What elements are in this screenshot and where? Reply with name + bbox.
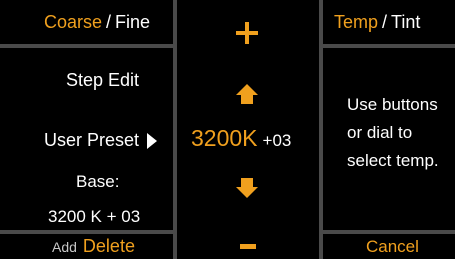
instruction-line: or dial to	[347, 123, 413, 142]
center-panel: 3200K +03	[177, 0, 319, 259]
plus-icon[interactable]	[235, 22, 259, 46]
coarse-fine-toggle[interactable]: Coarse / Fine	[44, 0, 150, 44]
coarse-label: Coarse	[44, 11, 103, 32]
instruction-line: Use buttons	[347, 95, 438, 114]
header-separator: /	[382, 11, 388, 32]
step-edit-button[interactable]: Step Edit	[66, 70, 139, 91]
temp-label: Temp	[334, 11, 379, 32]
cancel-button[interactable]: Cancel	[366, 237, 419, 257]
temp-tint-toggle[interactable]: Temp / Tint	[334, 0, 420, 44]
delete-button[interactable]: Delete	[83, 236, 135, 257]
divider-right-top	[323, 44, 455, 48]
base-label: Base:	[76, 172, 120, 191]
arrow-down-icon[interactable]	[236, 178, 258, 198]
instruction-line: select temp.	[347, 151, 439, 170]
divider-right-bottom	[323, 230, 455, 234]
user-preset-button[interactable]: User Preset	[44, 130, 158, 151]
divider-left-bottom	[0, 230, 173, 234]
fine-label: Fine	[115, 11, 151, 32]
cancel-button-area[interactable]: Cancel	[366, 234, 419, 259]
user-preset-label: User Preset	[44, 130, 140, 150]
left-panel: Coarse / Fine Step Edit User Preset Base…	[0, 0, 173, 259]
right-panel: Temp / Tint Use buttons or dial to selec…	[323, 0, 455, 259]
arrow-up-icon[interactable]	[236, 84, 258, 104]
tint-label: Tint	[391, 11, 421, 32]
tint-value: +03	[262, 131, 292, 150]
temperature-value: 3200K	[191, 125, 258, 151]
add-delete-control[interactable]: Add Delete	[52, 234, 135, 259]
white-balance-screen: Coarse / Fine Step Edit User Preset Base…	[0, 0, 455, 259]
add-button[interactable]: Add	[52, 239, 77, 255]
triangle-right-icon	[147, 132, 158, 149]
divider-left-top	[0, 44, 173, 48]
white-balance-value: 3200K +03	[191, 125, 291, 152]
instruction-text: Use buttons or dial to select temp.	[347, 91, 439, 175]
minus-icon[interactable]	[240, 244, 256, 249]
header-separator: /	[106, 11, 112, 32]
base-value: 3200 K + 03	[48, 207, 141, 226]
